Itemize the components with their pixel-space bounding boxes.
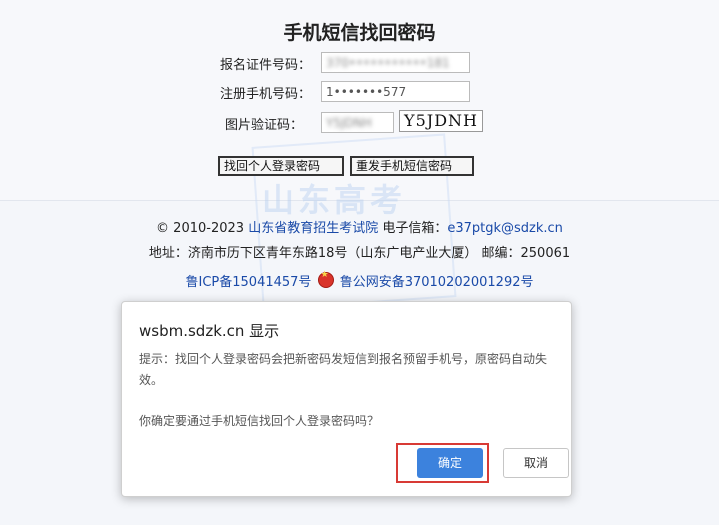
captcha-label: 图片验证码：: [224, 118, 303, 133]
captcha-input[interactable]: Y5JDNH: [321, 112, 394, 133]
resend-sms-button[interactable]: 重发手机短信密码: [350, 156, 474, 176]
police-badge-icon: [317, 270, 334, 288]
id-number-value: 370•••••••••••181: [326, 56, 450, 70]
dialog-question: 你确定要通过手机短信找回个人登录密码吗？: [139, 414, 380, 428]
cancel-button[interactable]: 取消: [503, 448, 569, 478]
copyright-text: © 2010-2023: [156, 221, 245, 236]
email-label: 电子信箱：: [382, 221, 448, 236]
page-title: 手机短信找回密码: [283, 22, 436, 44]
icp-link[interactable]: 鲁ICP备15041457号: [186, 275, 312, 290]
institution-link[interactable]: 山东省教育招生考试院: [248, 221, 378, 236]
footer-address: 地址：济南市历下区青年东路18号（山东广电产业大厦） 邮编：250061: [148, 246, 571, 261]
confirm-dialog: wsbm.sdzk.cn 显示 提示：找回个人登录密码会把新密码发短信到报名预留…: [121, 301, 572, 497]
id-number-label: 报名证件号码：: [219, 58, 311, 73]
dialog-message: 提示：找回个人登录密码会把新密码发短信到报名预留手机号，原密码自动失效。: [139, 352, 548, 387]
dialog-title: wsbm.sdzk.cn 显示: [139, 322, 280, 340]
footer-copyright-line: © 2010-2023 山东省教育招生考试院 电子信箱：e37ptgk@sdzk…: [0, 217, 719, 236]
recover-password-button[interactable]: 找回个人登录密码: [218, 156, 344, 176]
phone-number-value: 1•••••••577: [326, 85, 407, 99]
phone-number-field[interactable]: 1•••••••577: [321, 81, 470, 102]
footer-records-line: 鲁ICP备15041457号 鲁公网安备37010202001292号: [0, 270, 719, 290]
captcha-input-value: Y5JDNH: [326, 116, 372, 130]
watermark-text: 山东高考: [262, 181, 407, 219]
ok-button[interactable]: 确定: [417, 448, 483, 478]
phone-number-label: 注册手机号码：: [219, 87, 311, 102]
email-link[interactable]: e37ptgk@sdzk.cn: [447, 221, 563, 236]
captcha-image[interactable]: Y5JDNH: [399, 110, 483, 132]
police-record-link[interactable]: 鲁公网安备37010202001292号: [340, 275, 534, 290]
id-number-field[interactable]: 370•••••••••••181: [321, 52, 470, 73]
